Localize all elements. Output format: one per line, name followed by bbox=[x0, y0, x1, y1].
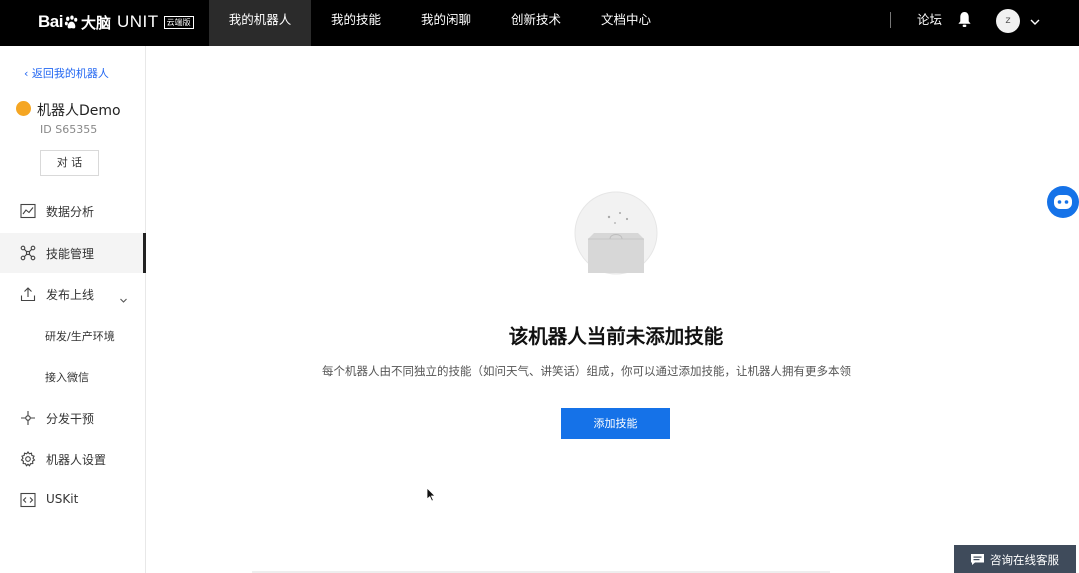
top-navbar: Bai 大脑 UNIT 云端版 我的机器人 我的技能 我的闲聊 创新技术 文档中… bbox=[0, 0, 1079, 46]
empty-state-description: 每个机器人由不同独立的技能（如问天气、讲笑话）组成，你可以通过添加技能，让机器人… bbox=[322, 364, 851, 378]
sidebar-item-label: 数据分析 bbox=[46, 205, 95, 219]
robot-name: 机器人Demo bbox=[37, 103, 121, 119]
empty-state-title: 该机器人当前未添加技能 bbox=[0, 320, 1079, 349]
empty-state-title-text: 该机器人当前未添加技能 bbox=[508, 325, 724, 348]
nav-my-skills[interactable]: 我的技能 bbox=[311, 0, 401, 46]
logo-product: UNIT bbox=[116, 12, 159, 31]
sidebar-subitem-label: 接入微信 bbox=[45, 371, 89, 384]
sidebar-item-uskit[interactable]: USKit bbox=[0, 480, 146, 520]
gear-icon bbox=[20, 451, 36, 467]
chevron-down-icon bbox=[119, 290, 128, 303]
chart-icon bbox=[20, 203, 36, 219]
mouse-cursor-icon bbox=[426, 487, 436, 502]
avatar[interactable]: z bbox=[996, 9, 1020, 33]
code-icon bbox=[20, 492, 36, 508]
nav-my-chitchat[interactable]: 我的闲聊 bbox=[401, 0, 491, 46]
robot-badge-icon bbox=[16, 101, 31, 116]
nav-docs[interactable]: 文档中心 bbox=[581, 0, 671, 46]
upload-icon bbox=[20, 286, 36, 302]
back-link[interactable]: ‹ 返回我的机器人 bbox=[24, 65, 109, 81]
online-service-button[interactable]: 咨询在线客服 bbox=[954, 545, 1076, 573]
bell-icon[interactable] bbox=[957, 11, 972, 28]
sidebar-item-label: 发布上线 bbox=[46, 288, 95, 302]
robot-id: ID S65355 bbox=[40, 123, 98, 136]
sidebar: ‹ 返回我的机器人 机器人Demo ID S65355 对 话 数据分析 技能管… bbox=[0, 46, 146, 573]
sidebar-item-robot-settings[interactable]: 机器人设置 bbox=[0, 439, 146, 479]
paw-icon bbox=[64, 14, 79, 30]
main-nav: 我的机器人 我的技能 我的闲聊 创新技术 文档中心 bbox=[209, 0, 671, 46]
sidebar-item-distribution[interactable]: 分发干预 bbox=[0, 398, 146, 438]
sidebar-subitem-wechat[interactable]: 接入微信 bbox=[0, 359, 146, 395]
logo-text: Bai bbox=[38, 12, 63, 31]
sidebar-item-label: USKit bbox=[46, 492, 79, 506]
sidebar-item-label: 机器人设置 bbox=[46, 453, 107, 467]
sidebar-item-skill-management[interactable]: 技能管理 bbox=[0, 233, 146, 273]
chevron-left-icon: ‹ bbox=[24, 67, 29, 80]
empty-box-illustration bbox=[574, 191, 658, 275]
forum-link[interactable]: 论坛 bbox=[917, 0, 942, 40]
skill-network-icon bbox=[20, 245, 36, 261]
sidebar-item-label: 技能管理 bbox=[46, 247, 95, 261]
add-skill-button[interactable]: 添加技能 bbox=[561, 408, 670, 439]
chat-button[interactable]: 对 话 bbox=[40, 150, 99, 176]
robot-assistant-icon[interactable] bbox=[1046, 185, 1079, 219]
nav-my-robots[interactable]: 我的机器人 bbox=[209, 0, 311, 46]
sidebar-item-publish[interactable]: 发布上线 bbox=[0, 274, 146, 314]
nav-divider bbox=[890, 12, 891, 28]
logo-tag: 云端版 bbox=[163, 15, 194, 29]
back-link-label: 返回我的机器人 bbox=[31, 67, 109, 80]
sidebar-item-data-analysis[interactable]: 数据分析 bbox=[0, 191, 146, 231]
online-service-label: 咨询在线客服 bbox=[990, 553, 1059, 567]
distribute-icon bbox=[20, 410, 36, 426]
chat-bubble-icon bbox=[970, 553, 985, 566]
nav-innovation[interactable]: 创新技术 bbox=[491, 0, 581, 46]
logo-text-brain: 大脑 bbox=[80, 13, 111, 32]
sidebar-item-label: 分发干预 bbox=[46, 412, 95, 426]
chevron-down-icon[interactable] bbox=[1029, 13, 1041, 25]
baidu-unit-logo[interactable]: Bai 大脑 UNIT 云端版 bbox=[38, 8, 194, 36]
